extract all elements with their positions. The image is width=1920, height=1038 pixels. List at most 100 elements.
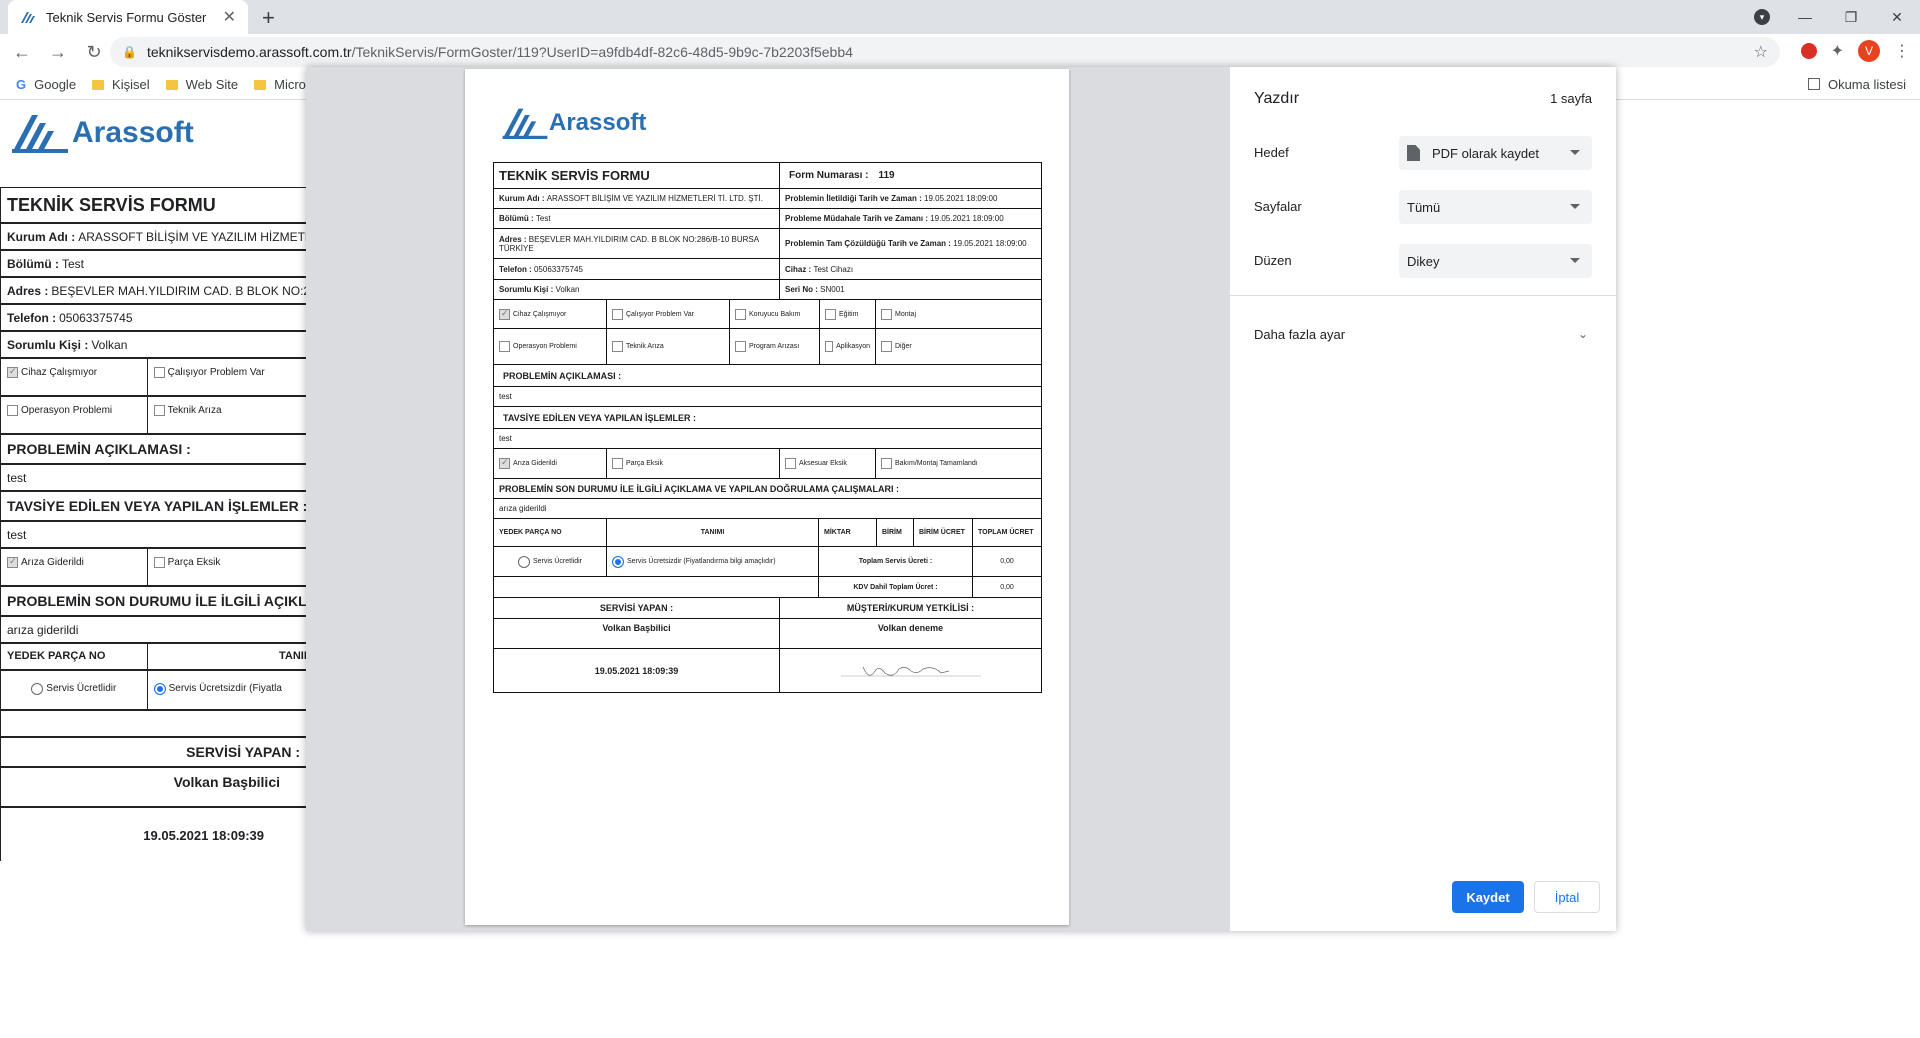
phone-row: Telefon :05063375745	[0, 304, 306, 331]
address-bar[interactable]: 🔒 teknikservisdemo.arassoft.com.tr/Tekni…	[110, 37, 1780, 67]
cancel-button[interactable]: İptal	[1534, 881, 1600, 913]
bookmark-kisisel[interactable]: Kişisel	[92, 77, 150, 92]
lock-icon[interactable]: 🔒	[122, 45, 137, 59]
preview-title-row: TEKNİK SERVİS FORMU Form Numarası :119	[494, 163, 1041, 189]
folder-icon	[254, 79, 267, 90]
preview-row-company: Kurum Adı : ARASSOFT BİLİŞİM VE YAZILIM …	[494, 189, 1041, 209]
signature-icon	[840, 666, 981, 676]
arassoft-logo-icon	[12, 115, 68, 153]
tab-title: Teknik Servis Formu Göster	[46, 9, 207, 25]
background-page: Arassoft TEKNİK SERVİS FORMU Kurum Adı :…	[0, 101, 306, 861]
checkbox[interactable]	[153, 405, 165, 416]
checkbox[interactable]	[7, 366, 18, 378]
print-preview-area[interactable]: Arassoft TEKNİK SERVİS FORMU Form Numara…	[306, 67, 1230, 931]
save-button[interactable]: Kaydet	[1452, 881, 1524, 913]
preview-signatures-names: Volkan Başbilici Volkan deneme	[494, 619, 1041, 649]
arassoft-logo: Arassoft	[10, 111, 194, 155]
preview-signatures-bottom: 19.05.2021 18:09:39	[494, 649, 1041, 692]
arassoft-favicon-icon	[21, 12, 35, 23]
page-count: 1 sayfa	[1550, 91, 1592, 106]
url-path: /TeknikServis/FormGoster/119?UserID=a9fd…	[351, 44, 853, 60]
service-fee-row: Servis Ücretlidir Servis Ücretsizdir (Fi…	[0, 670, 306, 710]
preview-final: arıza giderildi	[494, 499, 1041, 519]
pages-select[interactable]: Tümü	[1399, 190, 1592, 224]
preview-row-address: Adres : BEŞEVLER MAH.YILDIRIM CAD. B BLO…	[494, 229, 1041, 259]
tab-strip: Teknik Servis Formu Göster ✕ + ▾ — ❐ ✕	[0, 0, 1920, 34]
pages-row: Sayfalar Tümü	[1254, 190, 1592, 224]
extensions-puzzle-icon[interactable]: ✦	[1831, 41, 1844, 61]
preview-row-dept: Bölümü : Test Probleme Müdahale Tarih ve…	[494, 209, 1041, 229]
radio-paid[interactable]	[31, 683, 44, 695]
folder-icon	[165, 79, 178, 90]
close-window-icon[interactable]: ✕	[1874, 9, 1920, 26]
layout-select[interactable]: Dikey	[1399, 244, 1592, 278]
servicer-name: Volkan Başbilici	[0, 767, 306, 807]
chevron-down-icon	[1570, 150, 1580, 155]
preview-row-contact: Sorumlu Kişi : Volkan Seri No : SN001	[494, 280, 1041, 300]
final: arıza giderildi	[0, 616, 306, 643]
browser-tab[interactable]: Teknik Servis Formu Göster ✕	[8, 0, 248, 34]
checkbox[interactable]	[153, 557, 165, 568]
extensions: ✦ V ⋮	[1800, 40, 1910, 62]
reading-list-icon	[1807, 78, 1820, 90]
chevron-down-icon: ⌄	[1577, 327, 1588, 341]
browser-toolbar: ← → ↻ 🔒 teknikservisdemo.arassoft.com.tr…	[0, 34, 1920, 70]
checkbox[interactable]	[153, 367, 165, 378]
forward-icon[interactable]: →	[44, 42, 72, 63]
menu-kebab-icon[interactable]: ⋮	[1894, 41, 1910, 61]
reload-icon[interactable]: ↻	[80, 42, 108, 63]
new-tab-icon[interactable]: +	[262, 5, 275, 31]
preview-fee-row: Servis Ücretlidir Servis Ücretsizdir (Fi…	[494, 547, 1041, 577]
preview-problem-types-1: Cihaz Çalışmıyor Çalışıyor Problem Var K…	[494, 300, 1041, 329]
more-settings-toggle[interactable]: Daha fazla ayar ⌄	[1254, 327, 1592, 342]
preview-final-label: PROBLEMİN SON DURUMU İLE İLGİLİ AÇIKLAMA…	[494, 479, 1041, 499]
problem-desc: test	[0, 464, 306, 491]
preview-parts-header: YEDEK PARÇA NO TANIMI MİKTAR BİRİM BİRİM…	[494, 519, 1041, 547]
empty-row	[0, 710, 306, 737]
preview-row-phone: Telefon : 05063375745 Cihaz : Test Cihaz…	[494, 259, 1041, 280]
preview-results: Arıza Giderildi Parça Eksik Aksesuar Eks…	[494, 449, 1041, 479]
window-controls: — ❐ ✕	[1782, 0, 1920, 34]
restore-icon[interactable]: ❐	[1828, 9, 1874, 26]
destination-select[interactable]: PDF olarak kaydet	[1399, 136, 1592, 170]
profile-avatar[interactable]: V	[1858, 40, 1880, 62]
final-label: PROBLEMİN SON DURUMU İLE İLGİLİ AÇIKLAMA…	[0, 586, 306, 616]
preview-page: Arassoft TEKNİK SERVİS FORMU Form Numara…	[465, 69, 1069, 925]
document-icon	[1407, 145, 1420, 161]
radio-free[interactable]	[153, 683, 166, 695]
form-title: TEKNİK SERVİS FORMU	[0, 187, 306, 223]
preview-actions-label: TAVSİYE EDİLEN VEYA YAPILAN İŞLEMLER :	[494, 407, 1041, 429]
preview-problem-desc: test	[494, 387, 1041, 407]
tab-close-icon[interactable]: ✕	[223, 7, 236, 27]
bookmark-micro[interactable]: Micro	[254, 77, 306, 92]
google-icon: G	[16, 77, 27, 92]
checkbox[interactable]	[7, 556, 18, 568]
reading-list[interactable]: Okuma listesi	[1807, 77, 1906, 92]
address-row: Adres : BEŞEVLER MAH.YILDIRIM CAD. B BLOK…	[0, 277, 306, 304]
chevron-down-icon	[1570, 258, 1580, 263]
preview-form: TEKNİK SERVİS FORMU Form Numarası :119 K…	[493, 162, 1042, 693]
preview-kdv-row: KDV Dahil Toplam Ücret : 0,00	[494, 577, 1041, 598]
bookmark-star-icon[interactable]: ☆	[1754, 42, 1768, 62]
bookmark-google[interactable]: G Google	[16, 77, 76, 92]
adblock-extension-icon[interactable]	[1800, 43, 1817, 59]
preview-logo: Arassoft	[501, 105, 646, 141]
tab-search-icon[interactable]: ▾	[1754, 9, 1770, 25]
preview-problem-desc-label: PROBLEMİN AÇIKLAMASI :	[494, 365, 1041, 387]
destination-row: Hedef PDF olarak kaydet	[1254, 136, 1592, 170]
problem-type-row-1: Cihaz Çalışmıyor Çalışıyor Problem Var	[0, 358, 306, 396]
minimize-icon[interactable]: —	[1782, 9, 1828, 25]
divider	[1230, 295, 1616, 296]
actions-label: TAVSİYE EDİLEN VEYA YAPILAN İŞLEMLER :	[0, 491, 306, 521]
folder-icon	[92, 79, 105, 90]
preview-actions: test	[494, 429, 1041, 449]
print-settings-panel: Yazdır 1 sayfa Hedef PDF olarak kaydet S…	[1230, 67, 1616, 931]
bookmark-website[interactable]: Web Site	[165, 77, 238, 92]
company-row: Kurum Adı : ARASSOFT BİLİŞİM VE YAZILIM H…	[0, 223, 306, 250]
contact-row: Sorumlu Kişi : Volkan	[0, 331, 306, 358]
arassoft-logo-icon	[502, 108, 548, 139]
checkbox[interactable]	[7, 405, 18, 416]
servicer-label: SERVİSİ YAPAN :	[0, 737, 306, 767]
back-icon[interactable]: ←	[8, 42, 36, 63]
url-host: teknikservisdemo.arassoft.com.tr	[146, 44, 352, 60]
